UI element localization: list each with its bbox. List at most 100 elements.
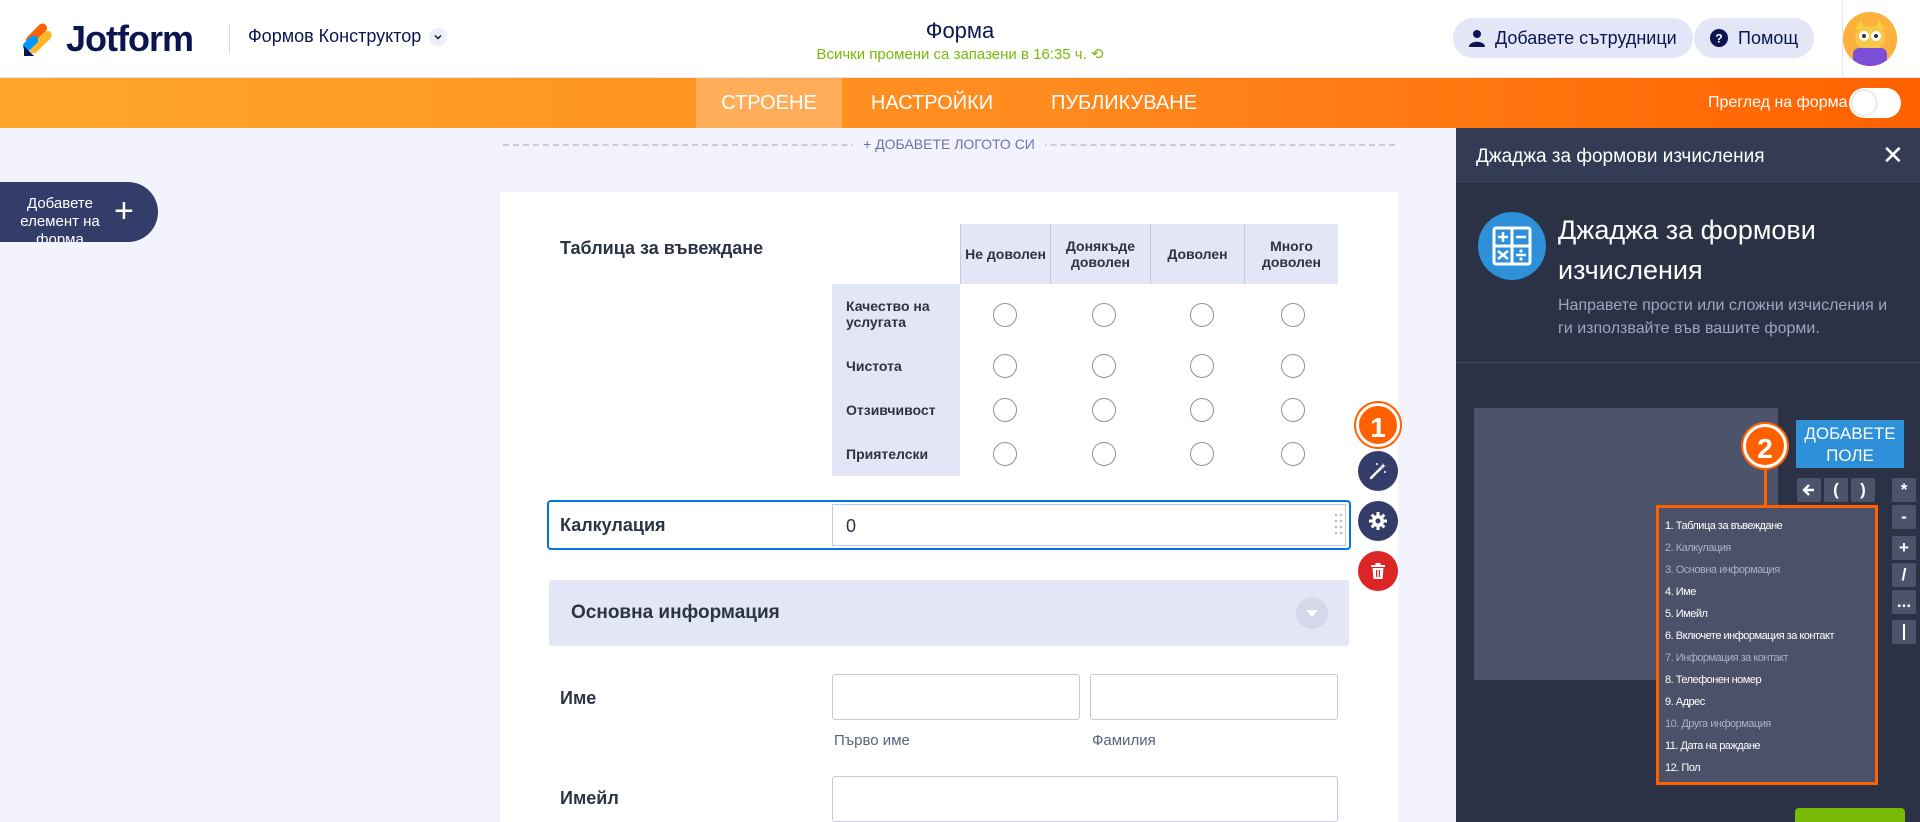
help-button[interactable]: ? Помощ [1694,18,1815,58]
field-option[interactable]: 8. Телефонен номер [1659,669,1875,691]
widget-title: Джаджа за формови изчисления [1558,215,1816,285]
pipe-key[interactable] [1892,620,1916,644]
close-icon[interactable]: ✕ [1882,142,1904,168]
panel-header: Джаджа за формови изчисления ✕ [1456,128,1920,182]
email-label: Имейл [560,788,619,808]
add-collaborators-button[interactable]: Добавете сътрудници [1453,18,1693,58]
delete-field-button[interactable] [1358,551,1398,591]
add-form-element-label: Добавете елемент на форма [20,195,100,242]
add-form-element-button[interactable]: Добавете елемент на форма + [0,182,158,242]
save-status-text: Всички промени са запазени в 16:35 ч. [816,46,1087,63]
field-option[interactable]: 11. Дата на раждане [1659,735,1875,757]
builder-nav-bar: СТРОЕНЕ НАСТРОЙКИ ПУБЛИКУВАНЕ Преглед на… [0,78,1920,128]
field-option[interactable]: 1. Таблица за въвеждане [1659,515,1875,537]
user-avatar[interactable] [1843,12,1897,66]
tab-settings[interactable]: НАСТРОЙКИ [862,78,1002,128]
matrix-radio[interactable] [993,442,1017,466]
field-option[interactable]: 3. Основна информация [1659,559,1875,581]
field-option[interactable]: 9. Адрес [1659,691,1875,713]
matrix-radio[interactable] [1190,442,1214,466]
annotation-badge-1: 1 [1356,403,1400,447]
close-paren-key[interactable]: ) [1851,478,1875,502]
more-key[interactable]: ... [1892,590,1916,614]
matrix-radio[interactable] [1281,303,1305,327]
matrix-radio[interactable] [1092,442,1116,466]
toggle-knob [1852,91,1876,115]
field-option[interactable]: 7. Информация за контакт [1659,647,1875,669]
annotation-callout-line [1764,468,1767,508]
matrix-corner [832,224,960,284]
field-option[interactable]: 12. Пол [1659,757,1875,779]
panel-title: Джаджа за формови изчисления [1476,146,1765,167]
field-list-dropdown: 1. Таблица за въвеждане 2. Калкулация 3.… [1656,505,1878,785]
add-field-button[interactable]: ДОБАВЕТЕ ПОЛЕ [1796,420,1904,468]
matrix-radio[interactable] [993,354,1017,378]
matrix-row-label: Чистота [832,344,960,388]
divide-key[interactable]: / [1892,563,1916,587]
matrix-radio[interactable] [993,398,1017,422]
matrix-radio[interactable] [1092,354,1116,378]
tab-build[interactable]: СТРОЕНЕ [696,78,842,128]
calculation-input[interactable]: 0 [832,504,1346,546]
logo-text: Jotform [66,18,194,59]
first-name-sublabel: Първо име [834,732,910,749]
open-paren-key[interactable]: ( [1824,478,1848,502]
magic-wand-button[interactable] [1358,451,1398,491]
matrix-column-header: Много доволен [1244,224,1338,284]
save-widget-button[interactable] [1795,808,1905,822]
matrix-radio[interactable] [1190,303,1214,327]
section-title: Основна информация [571,602,780,623]
first-name-input[interactable] [832,674,1080,720]
trash-icon [1371,563,1385,579]
matrix-radio[interactable] [1281,354,1305,378]
form-builder-label: Формов Конструктор [248,26,422,46]
tab-publish[interactable]: ПУБЛИКУВАНЕ [1036,78,1212,128]
matrix-radio[interactable] [1092,303,1116,327]
user-icon [1469,30,1485,47]
last-name-input[interactable] [1090,674,1338,720]
header-divider [229,24,230,54]
matrix-row-label: Качество на услугата [832,284,960,344]
field-option[interactable]: 4. Име [1659,581,1875,603]
field-option[interactable]: 10. Друга информация [1659,713,1875,735]
minus-key[interactable]: - [1892,505,1916,529]
plus-key[interactable]: + [1892,536,1916,560]
add-logo-button[interactable]: + ДОБАВЕТЕ ЛОГОТО СИ [853,136,1045,152]
undo-history-icon[interactable]: ⟲ [1091,46,1104,63]
matrix-radio[interactable] [1281,442,1305,466]
calculator-icon [1478,212,1546,280]
help-label: Помощ [1738,27,1799,48]
top-bar: Jotform Формов Конструктор Форма Всички … [0,0,1920,78]
email-input[interactable] [832,776,1338,822]
section-collapse-icon[interactable] [1296,597,1328,629]
matrix-radio[interactable] [1190,398,1214,422]
annotation-badge-2: 2 [1743,424,1787,468]
matrix-radio[interactable] [993,303,1017,327]
matrix-radio[interactable] [1092,398,1116,422]
matrix-radio[interactable] [1190,354,1214,378]
field-option[interactable]: 6. Включете информация за контакт [1659,625,1875,647]
jotform-logo[interactable]: Jotform [22,18,194,60]
gear-icon [1369,512,1387,530]
matrix-radio[interactable] [1281,398,1305,422]
multiply-key[interactable]: * [1892,478,1916,502]
form-preview-toggle[interactable] [1849,88,1901,118]
name-label: Име [560,688,597,708]
section-header-basic-info[interactable]: Основна информация [549,580,1349,646]
backspace-key[interactable] [1797,478,1821,502]
panel-divider [1456,362,1920,363]
matrix-row-label: Приятелски [832,432,960,476]
chevron-down-icon [429,27,448,46]
form-title[interactable]: Форма [860,18,1060,44]
form-builder-dropdown[interactable]: Формов Конструктор [248,26,448,47]
field-settings-button[interactable] [1358,501,1398,541]
field-option[interactable]: 2. Калкулация [1659,537,1875,559]
drag-handle-icon[interactable] [1334,512,1344,538]
avatar-image [1843,12,1897,66]
save-status: Всички промени са запазени в 16:35 ч. ⟲ [760,45,1160,63]
matrix-column-header: Донякъде доволен [1050,224,1150,284]
field-option[interactable]: 5. Имейл [1659,603,1875,625]
matrix-column-header: Доволен [1150,224,1244,284]
svg-text:?: ? [1715,32,1722,46]
arrow-left-icon [1802,484,1814,496]
